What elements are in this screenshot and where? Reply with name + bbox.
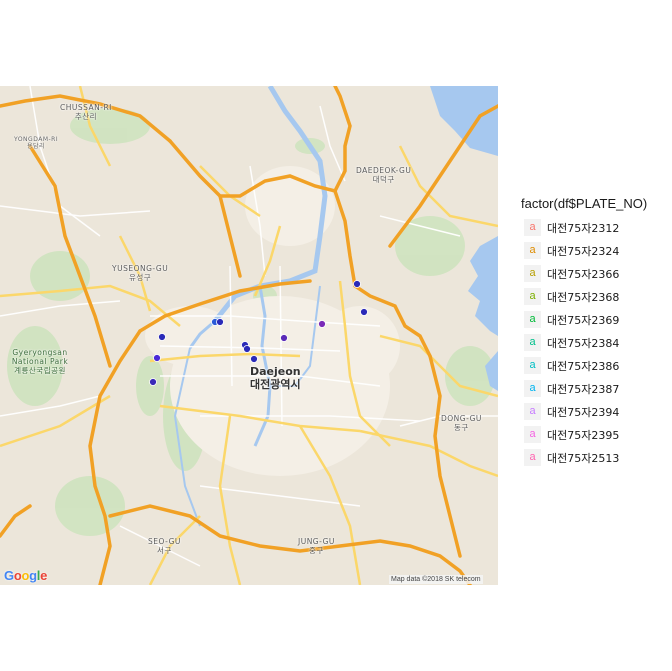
legend-item: a 대전75자2312 (521, 216, 647, 239)
marker (360, 308, 368, 316)
place-label-daedeok: DAEDEOK-GU 대덕구 (356, 166, 412, 184)
map-attribution[interactable]: Map data ©2018 SK telecom (389, 575, 483, 584)
legend-key: a (524, 265, 541, 282)
place-label-seo: SEO-GU 서구 (148, 537, 181, 555)
legend-items: a 대전75자2312 a 대전75자2324 a 대전75자2366 a 대전75자2368… (521, 216, 647, 469)
legend-key: a (524, 219, 541, 236)
marker (243, 345, 251, 353)
map-basemap (0, 86, 498, 585)
legend-key: a (524, 403, 541, 420)
legend-key: a (524, 380, 541, 397)
marker (149, 378, 157, 386)
marker (318, 320, 326, 328)
legend-label: 대전75자2384 (547, 336, 620, 350)
legend-key: a (524, 288, 541, 305)
place-label-yuseong: YUSEONG-GU 유성구 (112, 264, 169, 282)
marker (216, 318, 224, 326)
place-label-chussan: CHUSSAN-RI 추산리 (60, 103, 112, 121)
legend: factor(df$PLATE_NO) a 대전75자2312 a 대전75자2324… (521, 196, 647, 469)
place-label-gyeryongsan: Gyeryongsan National Park 계룡산국립공원 (11, 348, 69, 375)
legend-key: a (524, 449, 541, 466)
legend-item: a 대전75자2387 (521, 377, 647, 400)
legend-item: a 대전75자2368 (521, 285, 647, 308)
marker (158, 333, 166, 341)
marker (250, 355, 258, 363)
legend-key: a (524, 357, 541, 374)
legend-item: a 대전75자2384 (521, 331, 647, 354)
legend-item: a 대전75자2369 (521, 308, 647, 331)
legend-label: 대전75자2368 (547, 290, 620, 304)
place-label-jung: JUNG-GU 중구 (298, 537, 335, 555)
legend-item: a 대전75자2395 (521, 423, 647, 446)
map-panel: CHUSSAN-RI 추산리 YONGDAM-RI 용담리 DAEDEOK-GU 대덕… (0, 86, 498, 585)
legend-label: 대전75자2312 (547, 221, 620, 235)
place-label-yongdam: YONGDAM-RI 용담리 (14, 136, 59, 150)
legend-item: a 대전75자2394 (521, 400, 647, 423)
legend-key: a (524, 311, 541, 328)
legend-label: 대전75자2513 (547, 451, 620, 465)
legend-key: a (524, 334, 541, 351)
legend-title: factor(df$PLATE_NO) (521, 196, 648, 211)
google-logo-text: Google (4, 568, 48, 583)
marker (353, 280, 361, 288)
legend-item: a 대전75자2513 (521, 446, 647, 469)
legend-label: 대전75자2324 (547, 244, 620, 258)
legend-item: a 대전75자2386 (521, 354, 647, 377)
legend-label: 대전75자2366 (547, 267, 620, 281)
legend-label: 대전75자2395 (547, 428, 620, 442)
place-label-daejeon: Daejeon 대전광역시 (250, 365, 301, 391)
legend-item: a 대전75자2324 (521, 239, 647, 262)
legend-item: a 대전75자2366 (521, 262, 647, 285)
marker (280, 334, 288, 342)
legend-label: 대전75자2387 (547, 382, 620, 396)
legend-label: 대전75자2394 (547, 405, 620, 419)
legend-label: 대전75자2369 (547, 313, 620, 327)
google-logo[interactable]: Google (4, 568, 47, 583)
legend-label: 대전75자2386 (547, 359, 620, 373)
marker (153, 354, 161, 362)
legend-key: a (524, 426, 541, 443)
legend-key: a (524, 242, 541, 259)
place-label-dong: DONG-GU 동구 (441, 414, 482, 432)
